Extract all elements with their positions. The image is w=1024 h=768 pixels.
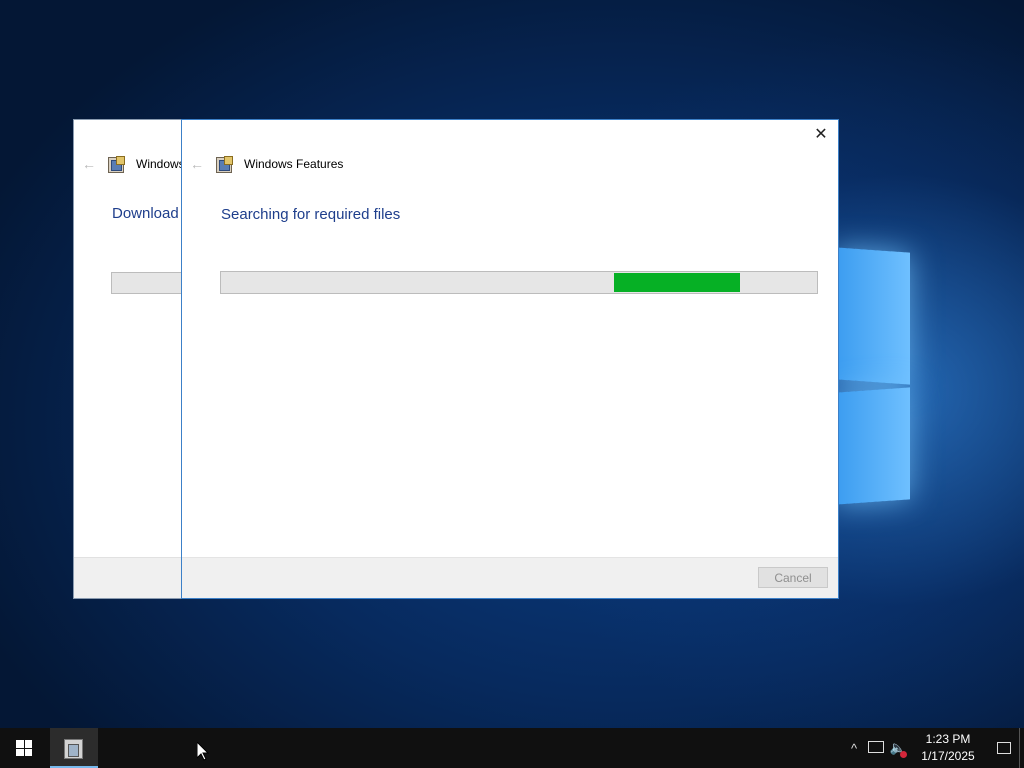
- clock-time: 1:23 PM: [925, 732, 971, 746]
- status-heading: Searching for required files: [221, 206, 401, 223]
- logo-pane-top: [836, 247, 910, 385]
- logo-pane-bottom: [836, 387, 910, 505]
- show-hidden-icons-chevron-icon[interactable]: ^: [843, 741, 865, 756]
- desktop-windows-logo: [836, 238, 916, 510]
- progress-marquee-chunk: [614, 273, 740, 292]
- windows-features-taskbar-icon: [64, 737, 84, 759]
- dialog-nav-row: ← Windows Features: [190, 156, 344, 173]
- cancel-button[interactable]: Cancel: [758, 567, 828, 588]
- clock[interactable]: 1:23 PM 1/17/2025: [915, 731, 981, 765]
- volume-muted-icon[interactable]: 🔈: [887, 740, 909, 758]
- network-icon[interactable]: [865, 740, 887, 756]
- dialog-title: Windows Features: [244, 157, 344, 171]
- progress-bar: [220, 271, 818, 294]
- background-window-title: Windows: [136, 157, 185, 171]
- mouse-pointer-icon: [197, 742, 209, 761]
- back-arrow-icon[interactable]: ←: [190, 156, 204, 172]
- back-arrow-icon: ←: [82, 156, 96, 172]
- clock-date: 1/17/2025: [921, 749, 975, 763]
- background-window[interactable]: ← Windows Download: [74, 120, 203, 598]
- notification-icon: [997, 742, 1011, 754]
- windows-start-icon: [16, 740, 32, 756]
- windows-features-dialog[interactable]: ✕ ← Windows Features Searching for requi…: [182, 120, 838, 598]
- background-window-footer: [74, 557, 194, 598]
- close-button[interactable]: ✕: [812, 126, 830, 144]
- background-nav-row: ← Windows: [82, 156, 185, 173]
- taskbar: ^ 🔈 1:23 PM 1/17/2025: [0, 728, 1024, 768]
- background-window-heading: Download: [112, 205, 179, 222]
- start-button[interactable]: [0, 728, 48, 768]
- system-tray: ^ 🔈 1:23 PM 1/17/2025: [843, 728, 1024, 768]
- dialog-footer: Cancel: [182, 557, 838, 598]
- taskbar-app-windows-features[interactable]: [50, 728, 98, 768]
- action-center-button[interactable]: [989, 728, 1019, 768]
- windows-features-icon: [216, 156, 233, 173]
- windows-features-icon: [108, 156, 125, 173]
- show-desktop-button[interactable]: [1019, 728, 1024, 768]
